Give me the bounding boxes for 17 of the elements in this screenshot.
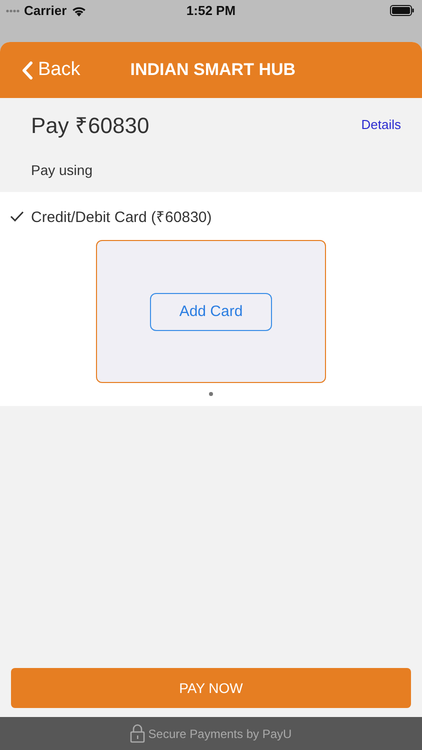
pay-now-button[interactable]: PAY NOW xyxy=(11,668,411,708)
details-link[interactable]: Details xyxy=(361,116,401,132)
header-title: INDIAN SMART HUB xyxy=(130,60,296,80)
payment-option[interactable]: Credit/Debit Card (₹60830) xyxy=(10,206,212,226)
status-time: 1:52 PM xyxy=(186,3,236,18)
check-icon xyxy=(10,210,24,222)
wifi-icon xyxy=(70,4,87,16)
carrier-name: Carrier xyxy=(24,3,67,18)
amount-text: Pay ₹60830 xyxy=(31,112,150,139)
footer-text: Secure Payments by PayU xyxy=(148,726,292,740)
battery-icon xyxy=(390,5,414,16)
chevron-icon xyxy=(22,60,33,80)
add-card-button[interactable]: Add Card xyxy=(150,292,272,330)
back-button[interactable]: Back xyxy=(22,59,80,81)
lock-icon xyxy=(130,724,146,743)
section-label: Pay using xyxy=(30,161,94,180)
signal-icon xyxy=(6,8,20,12)
